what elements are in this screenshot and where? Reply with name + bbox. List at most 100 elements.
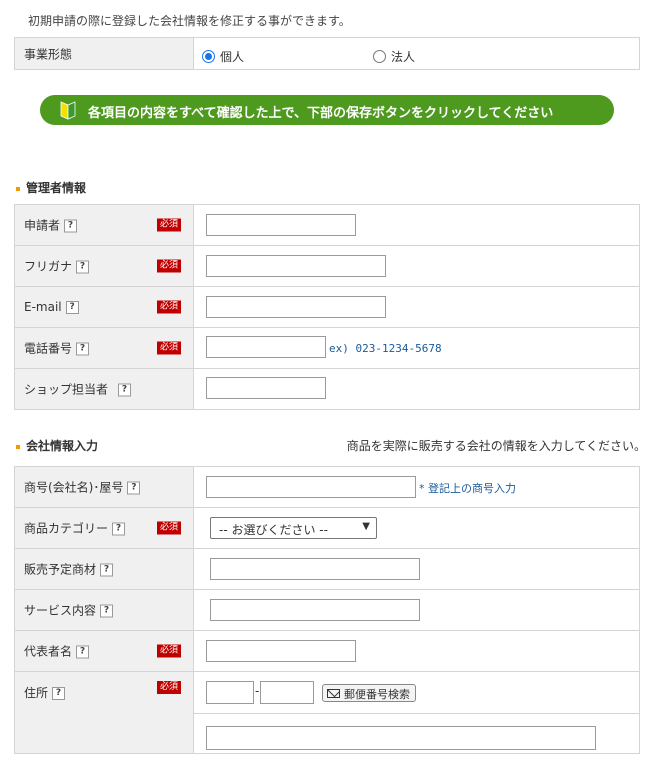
table-row: 申請者? 必須 [14,204,640,246]
address-value-cell: - 郵便番号検索 [193,671,640,754]
planned-products-label: 販売予定商材? [24,561,114,578]
admin-section-title: 管理者情報 [16,179,86,196]
address-label: 住所? [24,684,66,701]
phone-label: 電話番号? [24,340,90,357]
help-icon[interactable]: ? [127,481,141,495]
furigana-value-cell [193,245,640,287]
table-row: サービス内容? [14,589,640,631]
email-label: E-mail? [24,300,79,314]
category-label-text: 商品カテゴリー [24,521,109,536]
required-badge: 必須 [157,681,182,694]
address-label-text: 住所 [24,686,49,700]
help-icon[interactable]: ? [52,687,66,700]
representative-label: 代表者名? [24,643,90,660]
trade-name-label-cell: 商号(会社名)･屋号? [14,466,194,508]
business-type-label: 事業形態 [24,47,73,61]
category-value-cell: -- お選びください -- ▼ [193,507,640,549]
help-icon[interactable]: ? [64,219,78,233]
table-row: E-mail? 必須 [14,286,640,328]
table-row: 住所? 必須 - 郵便番号検索 [14,671,640,754]
required-badge: 必須 [157,521,182,535]
company-table: 商号(会社名)･屋号? * 登記上の商号入力 商品カテゴリー? 必須 -- お選… [14,466,640,754]
trade-name-input[interactable] [206,476,416,498]
service-content-input[interactable] [210,599,420,621]
planned-products-value-cell [193,548,640,590]
phone-input[interactable] [206,336,326,358]
phone-example-hint: ex) 023-1234-5678 [329,342,442,355]
required-badge: 必須 [157,218,182,232]
radio-corporation[interactable]: 法人 [373,48,415,65]
email-label-cell: E-mail? 必須 [14,286,194,328]
zip-search-button[interactable]: 郵便番号検索 [322,684,416,702]
planned-products-input[interactable] [210,558,420,580]
furigana-input[interactable] [206,255,386,277]
radio-corporation-circle[interactable] [373,50,386,63]
table-row: 商号(会社名)･屋号? * 登記上の商号入力 [14,466,640,508]
table-row: 代表者名? 必須 [14,630,640,672]
shop-staff-label-text: ショップ担当者 [24,382,109,397]
radio-individual-label: 個人 [220,50,245,64]
zip-second-input[interactable] [260,681,314,704]
service-content-value-cell [193,589,640,631]
furigana-label: フリガナ? [24,258,90,275]
help-icon[interactable]: ? [76,260,90,274]
email-value-cell [193,286,640,328]
shop-staff-input[interactable] [206,377,326,399]
representative-label-cell: 代表者名? 必須 [14,630,194,672]
envelope-icon [327,689,340,698]
phone-value-cell: ex) 023-1234-5678 [193,327,640,369]
service-content-label-text: サービス内容 [24,603,97,618]
business-type-table: 事業形態 個人 法人 [14,37,640,70]
company-section-title-text: 会社情報入力 [26,439,99,453]
trade-name-hint: * 登記上の商号入力 [419,482,516,495]
required-badge: 必須 [157,341,182,355]
planned-products-label-text: 販売予定商材 [24,562,97,577]
required-badge: 必須 [157,300,182,314]
address-label-cell: 住所? 必須 [14,671,194,754]
applicant-input[interactable] [206,214,356,236]
banner-text: 各項目の内容をすべて確認した上で、下部の保存ボタンをクリックしてください [88,106,554,121]
company-section-note: 商品を実際に販売する会社の情報を入力してください。 [346,439,646,453]
representative-input[interactable] [206,640,356,662]
table-row: フリガナ? 必須 [14,245,640,287]
confirm-banner: 各項目の内容をすべて確認した上で、下部の保存ボタンをクリックしてください [40,95,614,125]
category-label: 商品カテゴリー? [24,520,126,537]
shop-staff-label-cell: ショップ担当者? [14,368,194,410]
zip-first-input[interactable] [206,681,254,704]
help-icon[interactable]: ? [76,342,90,356]
applicant-label: 申請者? [24,217,78,234]
help-icon[interactable]: ? [65,301,79,314]
intro-text: 初期申請の際に登録した会社情報を修正する事ができます。 [28,14,351,28]
help-icon[interactable]: ? [76,645,90,659]
category-select-value: -- お選びください -- [219,523,328,537]
radio-corporation-label: 法人 [391,50,416,64]
applicant-value-cell [193,204,640,246]
planned-products-label-cell: 販売予定商材? [14,548,194,590]
representative-label-text: 代表者名 [24,644,73,659]
trade-name-label-text: 商号(会社名)･屋号 [24,480,124,495]
trade-name-value-cell: * 登記上の商号入力 [193,466,640,508]
help-icon[interactable]: ? [100,563,114,577]
company-section-title: 会社情報入力 [16,437,98,454]
email-input[interactable] [206,296,386,318]
chevron-down-icon: ▼ [362,521,370,532]
table-row: ショップ担当者? [14,368,640,410]
section-marker-icon [16,444,20,449]
help-icon[interactable]: ? [112,522,126,536]
radio-individual[interactable]: 個人 [202,48,244,65]
help-icon[interactable]: ? [100,604,114,618]
shop-staff-label: ショップ担当者? [24,381,132,398]
category-select[interactable]: -- お選びください -- ▼ [210,517,377,539]
help-icon[interactable]: ? [118,383,132,397]
section-marker-icon [16,186,20,191]
table-row: 商品カテゴリー? 必須 -- お選びください -- ▼ [14,507,640,549]
email-label-text: E-mail [24,300,62,314]
phone-label-cell: 電話番号? 必須 [14,327,194,369]
furigana-label-text: フリガナ [24,259,73,274]
radio-individual-circle[interactable] [202,50,215,63]
table-row: 電話番号? 必須 ex) 023-1234-5678 [14,327,640,369]
service-content-label: サービス内容? [24,602,114,619]
address-input[interactable] [206,726,596,750]
shop-staff-value-cell [193,368,640,410]
furigana-label-cell: フリガナ? 必須 [14,245,194,287]
